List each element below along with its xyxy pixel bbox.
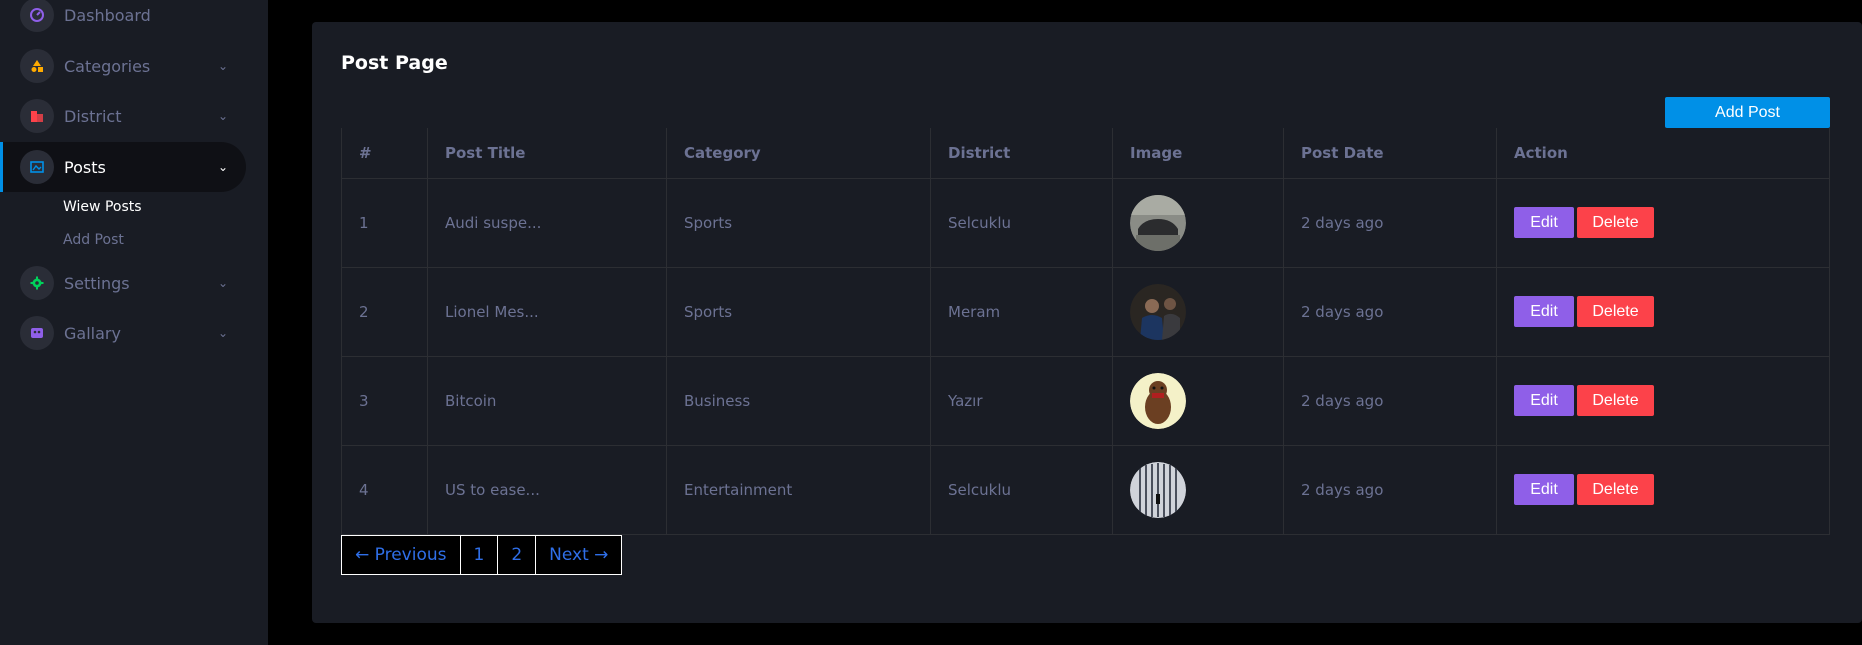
post-thumbnail xyxy=(1130,194,1186,251)
post-district: Yazır xyxy=(930,355,1113,446)
post-title: US to ease... xyxy=(427,444,667,535)
sidebar-item-label: Categories xyxy=(64,56,151,76)
sidebar-item-dashboard[interactable]: Dashboard xyxy=(0,0,246,40)
page-link-1[interactable]: 1 xyxy=(461,536,499,574)
image-cell xyxy=(1112,266,1284,357)
post-thumbnail xyxy=(1130,372,1186,429)
sidebar-subitem-add-post[interactable]: Add Post xyxy=(63,232,124,248)
page-title: Post Page xyxy=(341,52,448,74)
image-cell xyxy=(1112,444,1284,535)
sidebar-item-label: Dashboard xyxy=(64,5,151,25)
post-district: Selcuklu xyxy=(930,444,1113,535)
table-row: 1 Audi suspe... Sports Selcuklu 2 days a… xyxy=(341,177,1830,268)
row-number: 4 xyxy=(341,444,428,535)
post-date: 2 days ago xyxy=(1283,266,1497,357)
sidebar-item-label: Settings xyxy=(64,273,130,293)
sidebar-item-label: District xyxy=(64,106,122,126)
posts-table: # Post Title Category District Image Pos… xyxy=(341,128,1830,535)
image-cell xyxy=(1112,355,1284,446)
row-number: 3 xyxy=(341,355,428,446)
building-icon xyxy=(20,99,54,133)
image-cell xyxy=(1112,177,1284,268)
sidebar-item-categories[interactable]: Categories ⌄ xyxy=(0,41,246,91)
post-date: 2 days ago xyxy=(1283,444,1497,535)
edit-button[interactable]: Edit xyxy=(1514,296,1574,327)
post-date: 2 days ago xyxy=(1283,177,1497,268)
shapes-icon xyxy=(20,49,54,83)
post-title: Lionel Mes... xyxy=(427,266,667,357)
edit-button[interactable]: Edit xyxy=(1514,207,1574,238)
sidebar-item-settings[interactable]: Settings ⌄ xyxy=(0,258,246,308)
column-header-number: # xyxy=(341,128,428,179)
sidebar-item-label: Posts xyxy=(64,157,106,177)
previous-page-link[interactable]: ← Previous xyxy=(342,536,461,574)
column-header-post-date: Post Date xyxy=(1283,128,1497,179)
page-link-2[interactable]: 2 xyxy=(498,536,537,574)
post-category: Sports xyxy=(666,177,931,268)
gallery-icon xyxy=(20,316,54,350)
speedometer-icon xyxy=(20,0,54,32)
column-header-action: Action xyxy=(1496,128,1830,179)
delete-button[interactable]: Delete xyxy=(1577,207,1654,238)
chevron-down-icon: ⌄ xyxy=(218,276,229,290)
post-title: Audi suspe... xyxy=(427,177,667,268)
chevron-down-icon: ⌄ xyxy=(218,160,229,174)
chevron-down-icon: ⌄ xyxy=(218,109,229,123)
column-header-post-title: Post Title xyxy=(427,128,667,179)
chevron-down-icon: ⌄ xyxy=(218,59,229,73)
table-row: 2 Lionel Mes... Sports Meram 2 days ago … xyxy=(341,266,1830,357)
post-category: Business xyxy=(666,355,931,446)
post-thumbnail xyxy=(1130,283,1186,340)
post-page-card: Post Page Add Post # Post Title Category… xyxy=(312,22,1862,623)
sidebar-item-posts[interactable]: Posts ⌄ xyxy=(0,142,246,192)
sidebar-item-gallary[interactable]: Gallary ⌄ xyxy=(0,308,246,358)
post-district: Selcuklu xyxy=(930,177,1113,268)
post-category: Sports xyxy=(666,266,931,357)
sidebar: Dashboard Categories ⌄ District ⌄ Posts … xyxy=(0,0,268,645)
column-header-image: Image xyxy=(1112,128,1284,179)
chevron-down-icon: ⌄ xyxy=(218,326,229,340)
delete-button[interactable]: Delete xyxy=(1577,385,1654,416)
action-cell: Edit Delete xyxy=(1496,444,1830,535)
table-row: 3 Bitcoin Business Yazır 2 days ago Edit… xyxy=(341,355,1830,446)
row-number: 2 xyxy=(341,266,428,357)
delete-button[interactable]: Delete xyxy=(1577,474,1654,505)
column-header-district: District xyxy=(930,128,1113,179)
sidebar-subitem-view-posts[interactable]: Wiew Posts xyxy=(63,199,142,215)
sidebar-item-district[interactable]: District ⌄ xyxy=(0,91,246,141)
next-page-link[interactable]: Next → xyxy=(536,536,621,574)
pagination: ← Previous 1 2 Next → xyxy=(341,535,623,575)
row-number: 1 xyxy=(341,177,428,268)
post-district: Meram xyxy=(930,266,1113,357)
edit-button[interactable]: Edit xyxy=(1514,385,1574,416)
post-title: Bitcoin xyxy=(427,355,667,446)
delete-button[interactable]: Delete xyxy=(1577,296,1654,327)
table-header-row: # Post Title Category District Image Pos… xyxy=(341,128,1830,179)
column-header-category: Category xyxy=(666,128,931,179)
post-thumbnail xyxy=(1130,461,1186,518)
action-cell: Edit Delete xyxy=(1496,266,1830,357)
add-post-button[interactable]: Add Post xyxy=(1665,97,1830,128)
table-row: 4 US to ease... Entertainment Selcuklu 2… xyxy=(341,444,1830,535)
gear-icon xyxy=(20,266,54,300)
sidebar-item-label: Gallary xyxy=(64,323,121,343)
action-cell: Edit Delete xyxy=(1496,177,1830,268)
post-date: 2 days ago xyxy=(1283,355,1497,446)
post-category: Entertainment xyxy=(666,444,931,535)
edit-button[interactable]: Edit xyxy=(1514,474,1574,505)
action-cell: Edit Delete xyxy=(1496,355,1830,446)
image-icon xyxy=(20,150,54,184)
